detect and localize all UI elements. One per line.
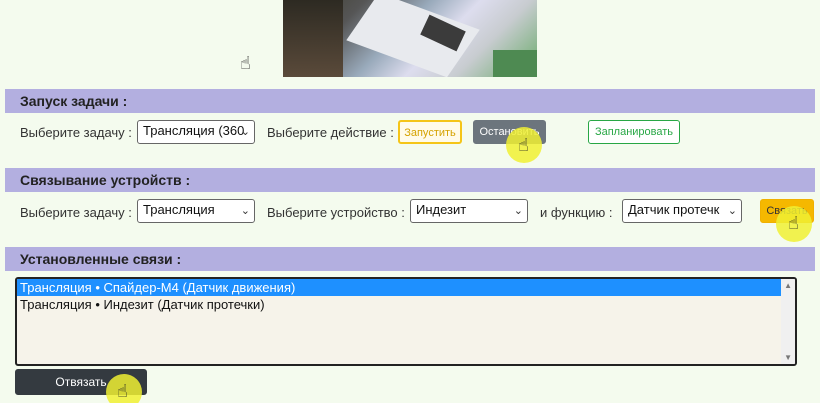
task-select-label: Выберите задачу : <box>20 125 132 140</box>
hand-pointer-icon: ☝ <box>518 135 529 155</box>
camera-preview <box>283 0 537 77</box>
action-select-label: Выберите действие : <box>267 125 394 140</box>
function-select-value: Датчик протечк <box>628 202 720 217</box>
task-select[interactable]: Трансляция (360 ⌄ <box>137 120 255 144</box>
link-task-value: Трансляция <box>143 202 215 217</box>
device-select[interactable]: Индезит ⌄ <box>410 199 528 223</box>
device-select-value: Индезит <box>416 202 467 217</box>
start-button[interactable]: Запустить <box>398 120 462 144</box>
device-select-label: Выберите устройство : <box>267 205 405 220</box>
list-item[interactable]: Трансляция • Спайдер-М4 (Датчик движения… <box>17 279 781 296</box>
established-section-header: Установленные связи : <box>5 247 815 271</box>
link-task-label: Выберите задачу : <box>20 205 132 220</box>
task-section-header: Запуск задачи : <box>5 89 815 113</box>
link-section-header: Связывание устройств : <box>5 168 815 192</box>
chevron-down-icon: ⌄ <box>727 205 737 217</box>
chevron-down-icon: ⌄ <box>513 205 523 217</box>
list-item[interactable]: Трансляция • Индезит (Датчик протечки) <box>17 296 795 313</box>
task-select-value: Трансляция (360 <box>143 123 245 138</box>
chevron-down-icon: ⌄ <box>240 205 250 217</box>
function-select[interactable]: Датчик протечк ⌄ <box>622 199 742 223</box>
hand-pointer-icon: ☝ <box>117 381 128 401</box>
hand-pointer-icon: ☝ <box>240 53 251 73</box>
hand-pointer-icon: ☝ <box>788 213 799 233</box>
function-select-label: и функцию : <box>540 205 613 220</box>
link-task-select[interactable]: Трансляция ⌄ <box>137 199 255 223</box>
schedule-button[interactable]: Запланировать <box>588 120 680 144</box>
scroll-down-icon[interactable]: ▼ <box>784 353 792 362</box>
scroll-up-icon[interactable]: ▲ <box>784 281 792 290</box>
scrollbar[interactable]: ▲ ▼ <box>781 279 795 364</box>
established-links-listbox[interactable]: Трансляция • Спайдер-М4 (Датчик движения… <box>15 277 797 366</box>
chevron-down-icon: ⌄ <box>240 126 250 138</box>
